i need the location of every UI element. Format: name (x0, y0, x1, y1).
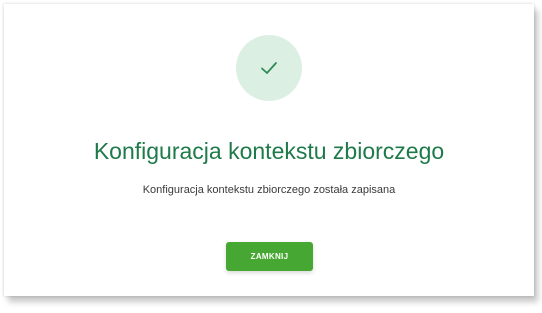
success-badge (236, 35, 302, 101)
dialog-title: Konfiguracja kontekstu zbiorczego (93, 138, 445, 164)
close-button[interactable]: ZAMKNIJ (226, 242, 313, 271)
check-icon (261, 62, 277, 74)
success-dialog: Konfiguracja kontekstu zbiorczego Konfig… (4, 4, 534, 296)
dialog-message: Konfiguracja kontekstu zbiorczego został… (142, 184, 396, 196)
page: Konfiguracja kontekstu zbiorczego Konfig… (0, 0, 542, 313)
